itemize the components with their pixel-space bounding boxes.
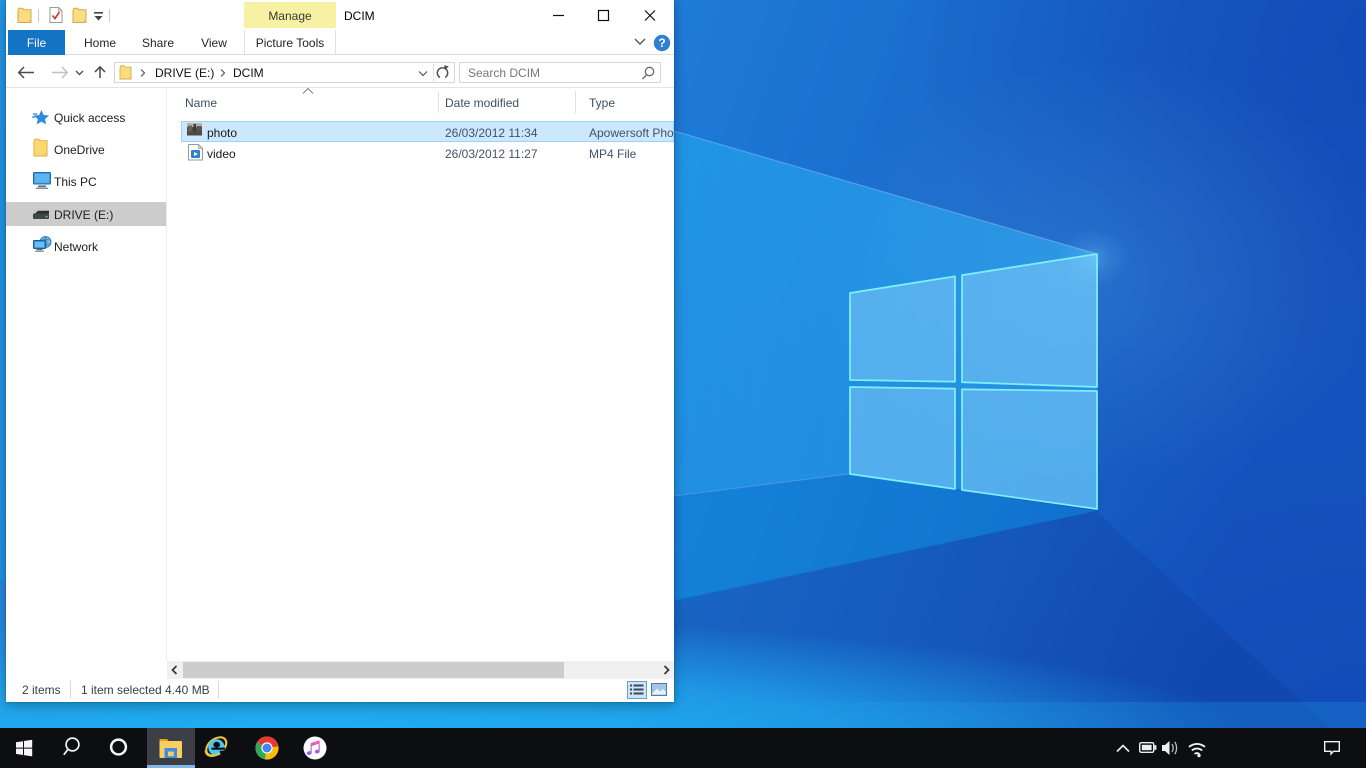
svg-text:DRIVE (E:): DRIVE (E:) <box>155 66 214 80</box>
svg-text:DCIM: DCIM <box>233 66 264 80</box>
svg-text:?: ? <box>658 36 665 50</box>
